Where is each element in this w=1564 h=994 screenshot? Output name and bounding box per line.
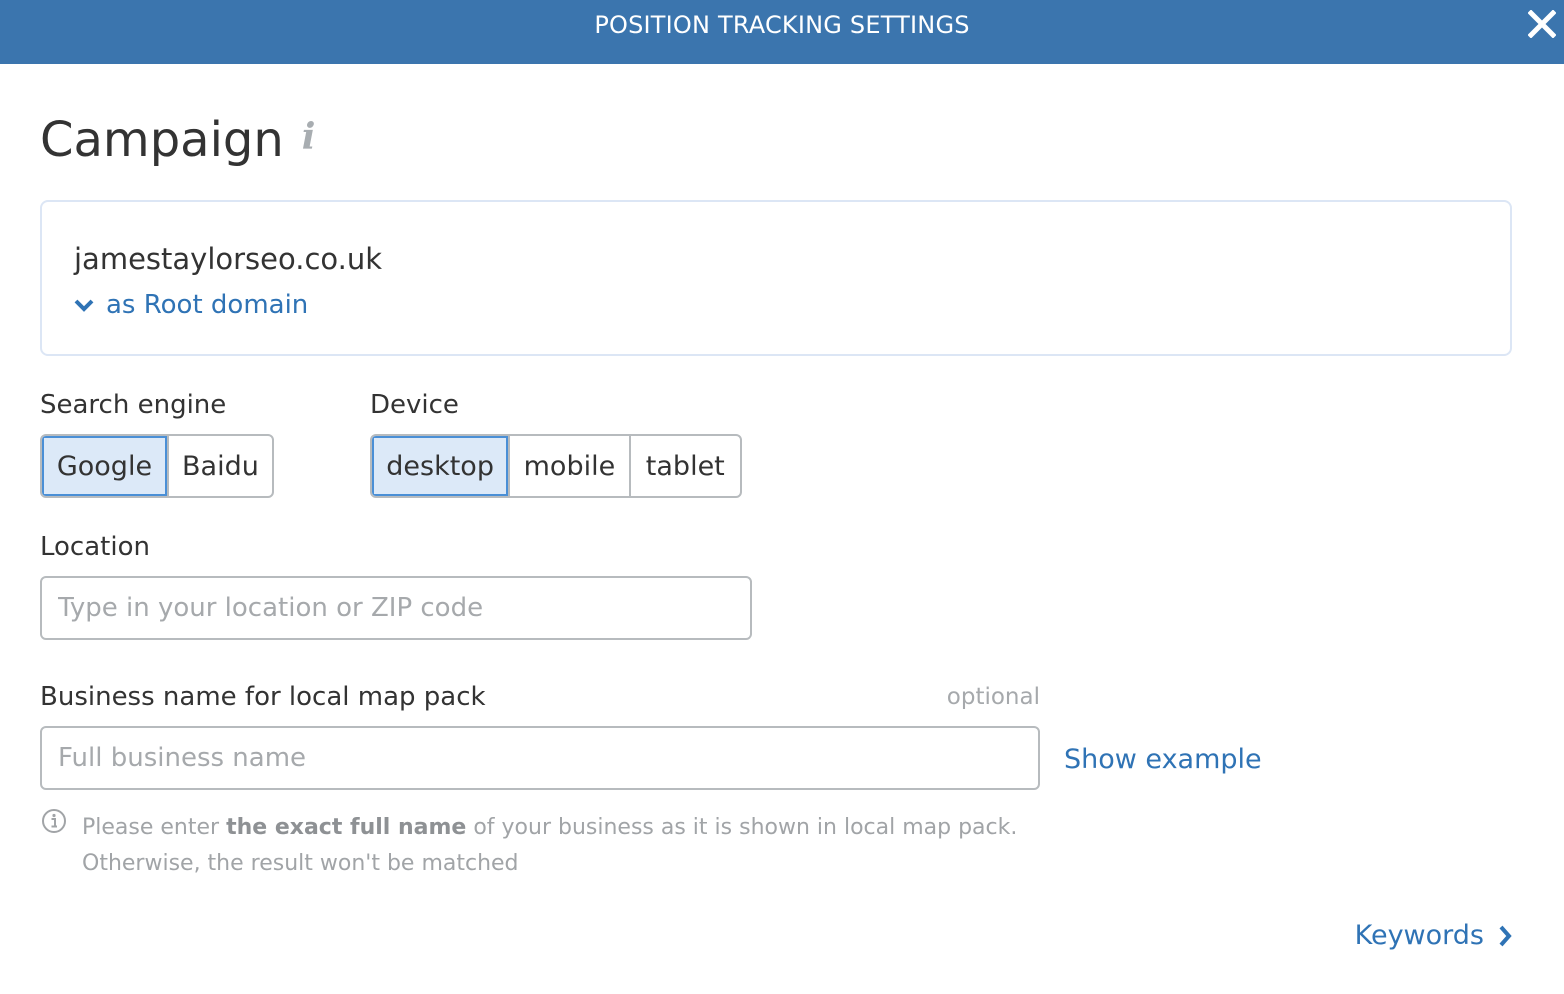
- search-engine-label: Search engine: [40, 390, 227, 420]
- modal-header: POSITION TRACKING SETTINGS: [0, 0, 1564, 64]
- page-title-text: Campaign: [40, 112, 284, 168]
- hint-line2: Otherwise, the result won't be matched: [82, 851, 519, 876]
- chevron-right-icon: [1499, 925, 1512, 946]
- domain-card: jamestaylorseo.co.uk as Root domain: [40, 200, 1512, 356]
- device-option-desktop[interactable]: desktop: [372, 436, 509, 496]
- keywords-next-label: Keywords: [1354, 920, 1484, 951]
- keywords-next-button[interactable]: Keywords: [1355, 920, 1512, 951]
- search-engine-toggle: Google Baidu: [40, 434, 274, 498]
- modal-title: POSITION TRACKING SETTINGS: [594, 11, 970, 39]
- device-label: Device: [370, 390, 459, 420]
- location-label: Location: [40, 532, 150, 562]
- page-title: Campaign i: [40, 112, 315, 168]
- hint-bold: the exact full name: [226, 815, 467, 840]
- domain-type-dropdown[interactable]: as Root domain: [74, 290, 308, 320]
- business-name-input[interactable]: [40, 726, 1040, 790]
- business-name-hint: Please enter the exact full name of your…: [82, 810, 1017, 882]
- search-engine-option-baidu[interactable]: Baidu: [166, 436, 272, 496]
- location-input[interactable]: [40, 576, 752, 640]
- domain-type-label: as Root domain: [106, 290, 309, 320]
- close-button[interactable]: [1524, 6, 1560, 42]
- optional-label: optional: [946, 684, 1040, 710]
- business-name-label: Business name for local map pack: [40, 682, 486, 712]
- device-option-mobile[interactable]: mobile: [508, 436, 628, 496]
- search-engine-option-google[interactable]: Google: [42, 436, 167, 496]
- info-icon[interactable]: i: [302, 116, 316, 158]
- close-icon: [1528, 10, 1556, 38]
- show-example-link[interactable]: Show example: [1064, 744, 1262, 775]
- hint-prefix: Please enter: [82, 815, 227, 840]
- device-toggle: desktop mobile tablet: [370, 434, 742, 498]
- device-option-tablet[interactable]: tablet: [628, 436, 740, 496]
- chevron-down-icon: [74, 299, 94, 312]
- info-circle-icon: [42, 809, 66, 833]
- hint-suffix: of your business as it is shown in local…: [466, 815, 1018, 840]
- domain-name: jamestaylorseo.co.uk: [74, 242, 383, 276]
